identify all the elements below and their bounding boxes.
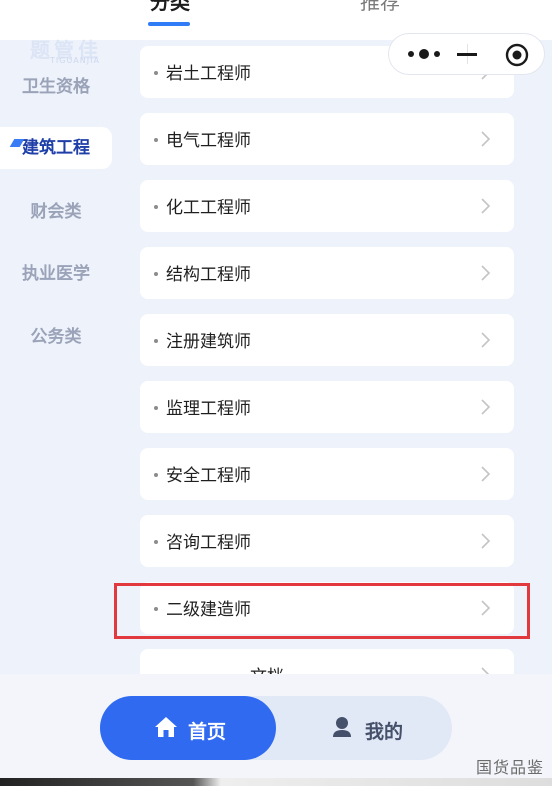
list-item-label: 咨询工程师: [166, 533, 251, 553]
chevron-right-icon: [481, 198, 491, 214]
nav-home-label[interactable]: 首页: [188, 717, 226, 744]
chevron-right-icon: [481, 533, 491, 549]
list-item[interactable]: 化工工程师: [140, 180, 514, 232]
close-circle-icon[interactable]: [505, 43, 529, 67]
sidebar-item-label: 卫生资格: [22, 77, 90, 97]
nav-track: 首页 我的: [100, 696, 452, 760]
bullet-icon: [154, 71, 158, 75]
bullet-icon: [154, 138, 158, 142]
bottom-strip: [0, 778, 552, 786]
chevron-right-icon: [481, 265, 491, 281]
highlight-box: [114, 583, 530, 639]
chevron-right-icon: [481, 332, 491, 348]
sidebar-item-label: 执业医学: [22, 264, 90, 284]
minimize-icon[interactable]: [457, 53, 477, 56]
sidebar-item-health[interactable]: 卫生资格: [0, 66, 112, 108]
sidebar-item-label: 财会类: [30, 202, 82, 222]
list-item-label: 注册建筑师: [166, 332, 251, 352]
sidebar-item-label: 建筑工程: [22, 138, 90, 158]
sidebar-item-label: 公务类: [30, 327, 82, 347]
tab-category[interactable]: 分类: [150, 0, 190, 15]
tab-recommend[interactable]: 推荐: [360, 0, 400, 15]
list-item-label: 化工工程师: [166, 198, 251, 218]
list-item[interactable]: 咨询工程师: [140, 515, 514, 567]
user-icon[interactable]: [332, 716, 352, 738]
list-item[interactable]: 结构工程师: [140, 247, 514, 299]
list-item[interactable]: 电气工程师: [140, 113, 514, 165]
sidebar-item-medicine[interactable]: 执业医学: [0, 253, 112, 295]
bullet-icon: [154, 339, 158, 343]
list-item-label: 岩土工程师: [166, 64, 251, 84]
category-sidebar: 卫生资格 建筑工程 财会类 执业医学 公务类: [0, 44, 126, 674]
list-item-label: 结构工程师: [166, 265, 251, 285]
sidebar-item-civil-service[interactable]: 公务类: [0, 316, 112, 358]
bullet-icon: [154, 540, 158, 544]
bullet-icon: [154, 272, 158, 276]
more-icon[interactable]: [404, 47, 444, 61]
chevron-right-icon: [481, 131, 491, 147]
watermark: 国货品鉴: [475, 758, 544, 777]
list-item-label: 安全工程师: [166, 466, 251, 486]
bottom-navigation: 首页 我的: [0, 674, 552, 786]
list-item[interactable]: 安全工程师: [140, 448, 514, 500]
list-item-label: 电气工程师: [166, 131, 251, 151]
active-tab-indicator: [148, 22, 190, 26]
category-list: 岩土工程师 电气工程师 化工工程师 结构工程师 注册建筑师 监理工程师 安全工程…: [126, 40, 528, 701]
chevron-right-icon: [481, 466, 491, 482]
bullet-icon: [154, 473, 158, 477]
mini-program-capsule: [388, 33, 545, 75]
list-item-label: 监理工程师: [166, 399, 251, 419]
list-item[interactable]: 注册建筑师: [140, 314, 514, 366]
bullet-icon: [154, 205, 158, 209]
sidebar-item-accounting[interactable]: 财会类: [0, 191, 112, 233]
home-icon: [155, 717, 177, 737]
nav-mine-label[interactable]: 我的: [365, 717, 403, 744]
sidebar-item-construction[interactable]: 建筑工程: [0, 127, 112, 169]
list-item[interactable]: 监理工程师: [140, 381, 514, 433]
chevron-right-icon: [481, 399, 491, 415]
bullet-icon: [154, 406, 158, 410]
